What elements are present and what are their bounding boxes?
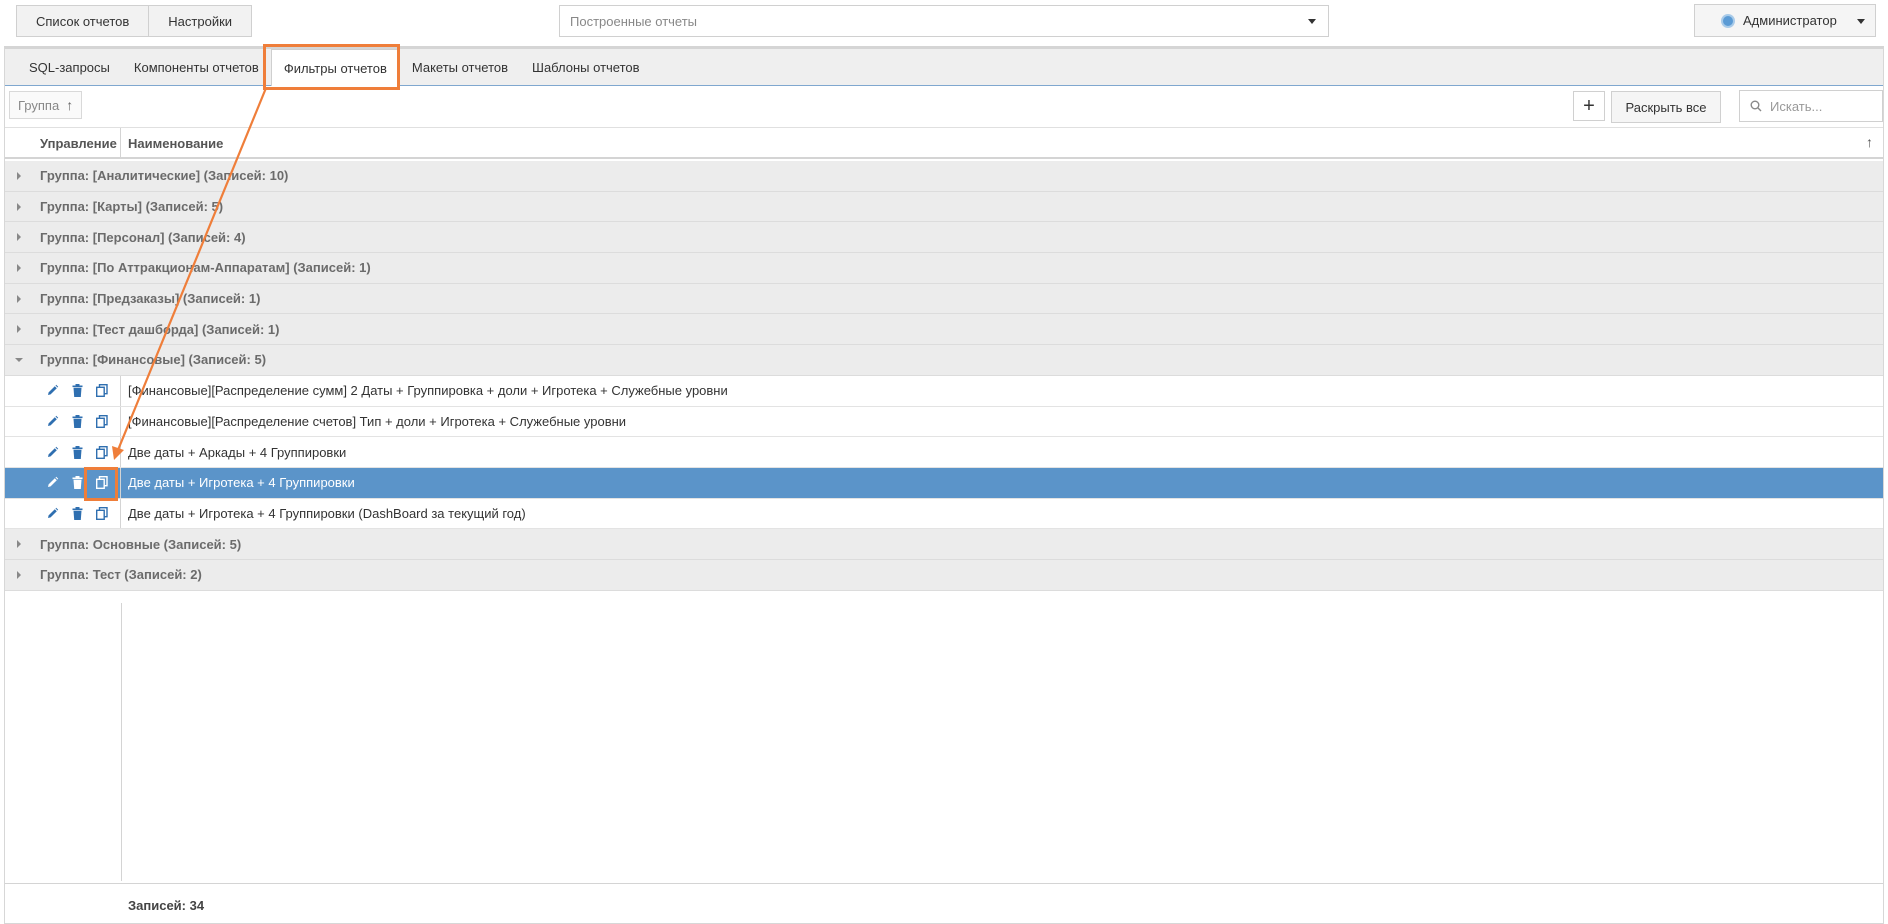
expand-all-button[interactable]: Раскрыть все <box>1611 91 1721 123</box>
row-name: [Финансовые][Распределение сумм] 2 Даты … <box>128 383 728 399</box>
tab-report-templates[interactable]: Шаблоны отчетов <box>520 49 652 85</box>
copy-icon[interactable] <box>93 412 111 430</box>
sort-up-icon[interactable]: ↑ <box>1866 134 1873 150</box>
copy-icon[interactable] <box>93 382 111 400</box>
group-label: Группа: [Финансовые] (Записей: 5) <box>40 352 267 368</box>
grid-toolbar: Группа ↑ + Раскрыть все Искать... <box>5 86 1883 128</box>
group-label: Группа: [Персонал] (Записей: 4) <box>40 229 246 245</box>
group-row[interactable]: Группа: Основные (Записей: 5) <box>5 529 1883 560</box>
chevron-down-icon <box>1857 19 1865 24</box>
tab-report-filters[interactable]: Фильтры отчетов <box>270 49 400 86</box>
row-name: Две даты + Игротека + 4 Группировки (Das… <box>128 505 526 521</box>
tab-report-components[interactable]: Компоненты отчетов <box>122 49 271 85</box>
group-row[interactable]: Группа: [Тест дашборда] (Записей: 1) <box>5 314 1883 346</box>
row-name: Две даты + Игротека + 4 Группировки <box>128 475 355 491</box>
grid-footer: Записей: 34 <box>5 883 1883 924</box>
search-input[interactable]: Искать... <box>1739 90 1883 122</box>
expand-icon[interactable] <box>17 202 21 211</box>
collapse-icon[interactable] <box>15 358 23 363</box>
edit-icon[interactable] <box>43 412 61 430</box>
group-label: Группа: [Предзаказы] (Записей: 1) <box>40 291 261 307</box>
tab-bar: SQL-запросы Компоненты отчетов Фильтры о… <box>5 49 1883 86</box>
grid-rows: Группа: [Аналитические] (Записей: 10) Гр… <box>5 161 1883 591</box>
copy-icon[interactable] <box>93 504 111 522</box>
copy-icon[interactable] <box>93 443 111 461</box>
table-row[interactable]: [Финансовые][Распределение счетов] Тип +… <box>5 406 1883 438</box>
group-row[interactable]: Группа: [Предзаказы] (Записей: 1) <box>5 283 1883 315</box>
row-controls <box>5 467 121 498</box>
records-count: Записей: 34 <box>128 898 205 913</box>
edit-icon[interactable] <box>43 474 61 492</box>
built-reports-select[interactable]: Построенные отчеты <box>559 5 1329 37</box>
group-row[interactable]: Группа: Тест (Записей: 2) <box>5 559 1883 591</box>
group-label: Группа: Тест (Записей: 2) <box>40 567 202 583</box>
table-row[interactable]: Две даты + Игротека + 4 Группировки (Das… <box>5 498 1883 530</box>
group-row[interactable]: Группа: [Карты] (Записей: 5) <box>5 191 1883 223</box>
row-controls <box>5 498 121 529</box>
group-row[interactable]: Группа: [Персонал] (Записей: 4) <box>5 222 1883 254</box>
main-panel: SQL-запросы Компоненты отчетов Фильтры о… <box>4 46 1884 924</box>
row-name: [Финансовые][Распределение счетов] Тип +… <box>128 413 627 429</box>
table-row[interactable]: [Финансовые][Распределение сумм] 2 Даты … <box>5 375 1883 407</box>
group-by-chip[interactable]: Группа ↑ <box>9 91 83 119</box>
expand-icon[interactable] <box>17 570 21 579</box>
group-by-label: Группа <box>18 97 60 113</box>
row-name: Две даты + Аркады + 4 Группировки <box>128 444 347 460</box>
user-menu-button[interactable]: Администратор <box>1694 4 1876 37</box>
table-row-selected[interactable]: Две даты + Игротека + 4 Группировки <box>5 467 1883 499</box>
row-controls <box>5 406 121 437</box>
column-divider <box>121 603 122 881</box>
sort-up-icon: ↑ <box>66 97 74 113</box>
expand-icon[interactable] <box>17 233 21 242</box>
row-controls <box>5 375 121 406</box>
group-row[interactable]: Группа: [По Аттракционам-Аппаратам] (Зап… <box>5 253 1883 284</box>
trash-icon[interactable] <box>68 443 86 461</box>
column-header-name[interactable]: Наименование <box>128 128 223 159</box>
trash-icon[interactable] <box>68 412 86 430</box>
search-icon <box>1750 100 1762 112</box>
group-label: Группа: [По Аттракционам-Аппаратам] (Зап… <box>40 260 371 276</box>
group-label: Группа: Основные (Записей: 5) <box>40 536 242 552</box>
trash-icon[interactable] <box>68 504 86 522</box>
top-nav: Список отчетов Настройки <box>16 5 253 37</box>
group-row[interactable]: Группа: [Аналитические] (Записей: 10) <box>5 161 1883 192</box>
edit-icon[interactable] <box>43 443 61 461</box>
expand-icon[interactable] <box>17 264 21 273</box>
user-icon <box>1721 13 1735 28</box>
trash-icon[interactable] <box>68 382 86 400</box>
edit-icon[interactable] <box>43 504 61 522</box>
expand-icon[interactable] <box>17 172 21 180</box>
grid-header: Управление Наименование ↑ <box>5 128 1883 159</box>
tab-sql-queries[interactable]: SQL-запросы <box>17 49 122 85</box>
group-label: Группа: [Карты] (Записей: 5) <box>40 199 224 215</box>
top-bar: Список отчетов Настройки Построенные отч… <box>0 0 1888 46</box>
trash-icon[interactable] <box>68 474 86 492</box>
expand-icon[interactable] <box>17 540 21 549</box>
group-label: Группа: [Тест дашборда] (Записей: 1) <box>40 321 280 337</box>
chevron-down-icon <box>1308 19 1316 24</box>
edit-icon[interactable] <box>43 382 61 400</box>
search-placeholder: Искать... <box>1770 98 1823 114</box>
copy-icon[interactable] <box>93 474 111 492</box>
expand-icon[interactable] <box>17 294 21 303</box>
expand-icon[interactable] <box>17 325 21 334</box>
column-header-control[interactable]: Управление <box>5 128 121 159</box>
table-row[interactable]: Две даты + Аркады + 4 Группировки <box>5 437 1883 468</box>
group-row-expanded[interactable]: Группа: [Финансовые] (Записей: 5) <box>5 345 1883 376</box>
group-label: Группа: [Аналитические] (Записей: 10) <box>40 168 289 184</box>
built-reports-placeholder: Построенные отчеты <box>570 13 698 29</box>
add-button[interactable]: + <box>1573 91 1605 121</box>
filters-grid: Управление Наименование ↑ Группа: [Анали… <box>5 128 1883 924</box>
tab-report-layouts[interactable]: Макеты отчетов <box>400 49 520 85</box>
reports-list-button[interactable]: Список отчетов <box>16 5 150 37</box>
settings-button[interactable]: Настройки <box>149 5 253 37</box>
row-controls <box>5 437 121 467</box>
user-name: Администратор <box>1743 13 1837 28</box>
